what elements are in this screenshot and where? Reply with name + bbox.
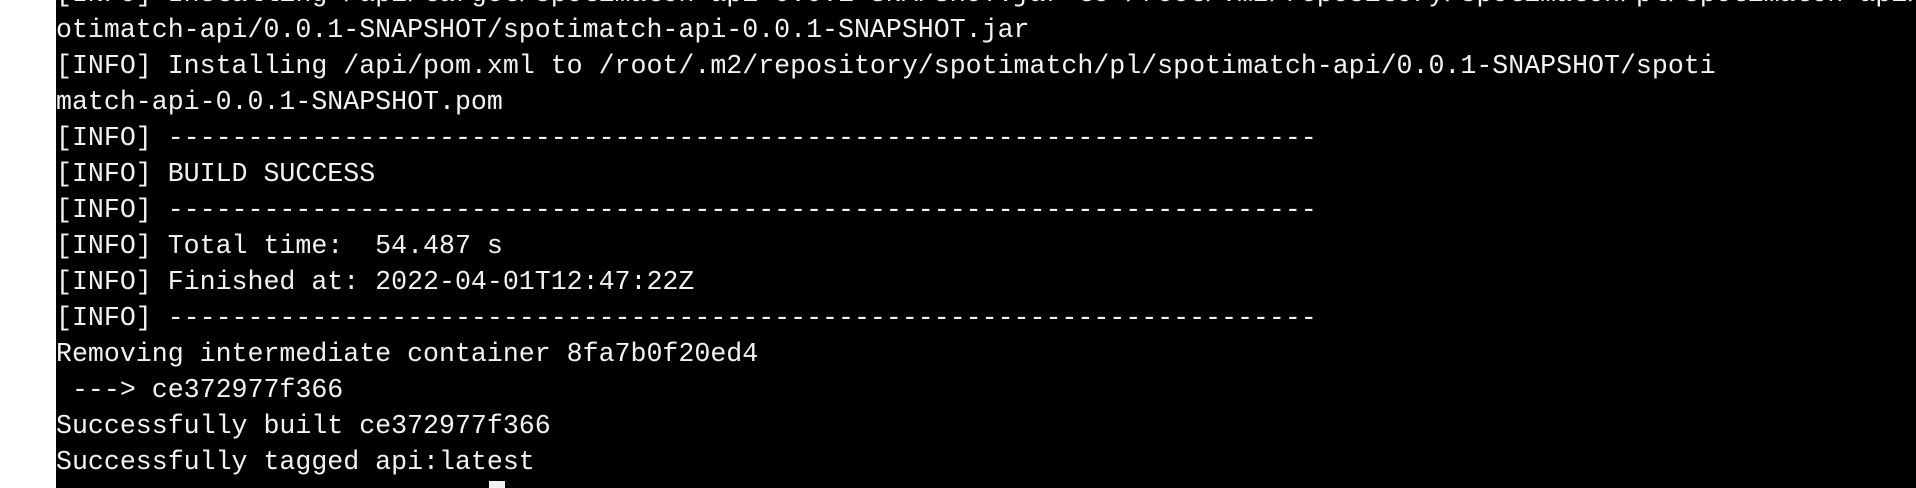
terminal-line: [INFO] Finished at: 2022-04-01T12:47:22Z [56, 267, 695, 297]
terminal-output: [INFO] Installing /api/target/spotimatch… [56, 0, 1916, 480]
terminal-line: [INFO] Installing /api/pom.xml to /root/… [56, 51, 1716, 81]
terminal-line: [INFO] ---------------------------------… [56, 303, 1317, 333]
terminal-line: ---> ce372977f366 [56, 375, 344, 405]
terminal-line: Successfully tagged api:latest [56, 447, 535, 477]
terminal-line: Successfully built ce372977f366 [56, 411, 551, 441]
terminal-line: [INFO] ---------------------------------… [56, 123, 1317, 153]
terminal-line: [INFO] ---------------------------------… [56, 195, 1317, 225]
terminal-line: [INFO] Total time: 54.487 s [56, 231, 503, 261]
terminal-window[interactable]: [INFO] Installing /api/target/spotimatch… [56, 0, 1916, 488]
terminal-line: [INFO] BUILD SUCCESS [56, 159, 376, 189]
terminal-line: Removing intermediate container 8fa7b0f2… [56, 339, 759, 369]
terminal-cursor [489, 481, 505, 488]
terminal-line: match-api-0.0.1-SNAPSHOT.pom [56, 87, 503, 117]
terminal-line: otimatch-api/0.0.1-SNAPSHOT/spotimatch-a… [56, 15, 1030, 45]
terminal-line: [INFO] Installing /api/target/spotimatch… [56, 0, 1916, 12]
